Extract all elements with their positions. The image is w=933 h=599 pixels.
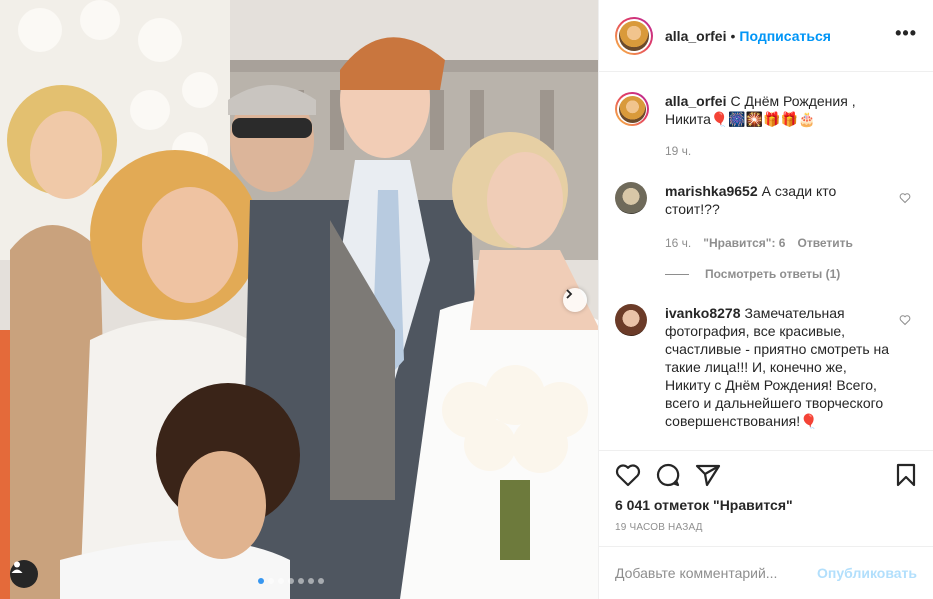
carousel-dot xyxy=(298,578,304,584)
avatar-image xyxy=(618,95,646,123)
more-icon[interactable]: ••• xyxy=(895,24,917,42)
post-username[interactable]: alla_orfei xyxy=(665,28,726,44)
post-panel: alla_orfei • Подписаться ••• alla_orfei С… xyxy=(598,0,933,599)
tagged-users-button[interactable] xyxy=(10,560,38,588)
reply-button[interactable]: Ответить xyxy=(797,234,852,252)
avatar[interactable] xyxy=(615,16,653,55)
publish-button[interactable]: Опубликовать xyxy=(817,565,917,581)
bookmark-icon[interactable] xyxy=(895,463,917,487)
avatar-image xyxy=(619,20,649,51)
photo-illustration xyxy=(0,0,598,599)
comment-input[interactable]: Добавьте комментарий... xyxy=(615,565,817,581)
comment-icon[interactable] xyxy=(655,463,681,487)
caption-username[interactable]: alla_orfei xyxy=(665,93,726,109)
chevron-right-icon xyxy=(566,289,573,299)
carousel-indicator xyxy=(258,578,324,584)
comment-time[interactable]: 16 ч. xyxy=(665,234,691,252)
post-photo[interactable] xyxy=(0,0,598,599)
carousel-dot xyxy=(318,578,324,584)
likes-count[interactable]: 6 041 отметок "Нравится" xyxy=(615,497,793,513)
avatar[interactable] xyxy=(615,92,649,126)
carousel-dot xyxy=(268,578,274,584)
comment-text: Замечательная фотография, все красивые, … xyxy=(665,305,890,429)
carousel-dot xyxy=(308,578,314,584)
post-header: alla_orfei • Подписаться ••• xyxy=(599,0,933,72)
user-tag-icon xyxy=(11,561,23,573)
heart-icon[interactable] xyxy=(899,192,911,204)
avatar[interactable] xyxy=(615,182,647,214)
heart-icon[interactable] xyxy=(615,463,641,487)
avatar[interactable] xyxy=(615,304,647,336)
comments-list[interactable]: alla_orfei С Днём Рождения , Никита🎈🎆🎇🎁🎁🎂… xyxy=(599,72,933,450)
post-time[interactable]: 19 ЧАСОВ НАЗАД xyxy=(615,522,703,533)
action-icons xyxy=(615,463,917,489)
comment-username[interactable]: marishka9652 xyxy=(665,183,758,199)
carousel-dot xyxy=(278,578,284,584)
view-replies-label: Посмотреть ответы (1) xyxy=(705,267,841,281)
comment-username[interactable]: ivanko8278 xyxy=(665,305,741,321)
carousel-dot xyxy=(288,578,294,584)
carousel-dot xyxy=(258,578,264,584)
header-separator: • xyxy=(730,27,736,44)
post-actions: 6 041 отметок "Нравится" 19 ЧАСОВ НАЗАД xyxy=(599,450,933,547)
add-comment-bar: Добавьте комментарий... Опубликовать xyxy=(599,546,933,599)
comment-item: marishka9652 А сзади кто стоит!?? 16 ч. "… xyxy=(615,182,917,252)
replies-divider xyxy=(665,273,689,275)
comment-item: ivanko8278 Замечательная фотография, все … xyxy=(615,304,917,430)
comment-likes[interactable]: "Нравится": 6 xyxy=(703,234,785,252)
follow-button[interactable]: Подписаться xyxy=(739,28,831,44)
caption: alla_orfei С Днём Рождения , Никита🎈🎆🎇🎁🎁🎂… xyxy=(615,92,917,160)
share-icon[interactable] xyxy=(695,463,721,487)
caption-time[interactable]: 19 ч. xyxy=(665,142,691,160)
view-replies-button[interactable]: Посмотреть ответы (1) xyxy=(665,267,840,281)
heart-icon[interactable] xyxy=(899,314,911,326)
next-photo-button[interactable] xyxy=(563,288,587,312)
